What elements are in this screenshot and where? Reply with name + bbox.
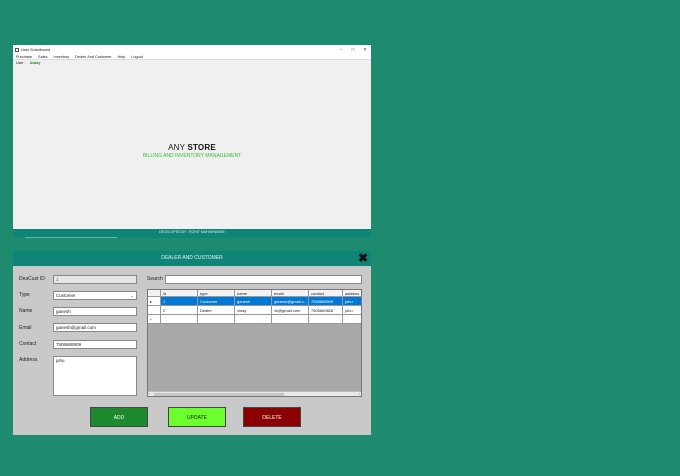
new-row[interactable]: * [148,315,361,324]
scroll-right-icon[interactable]: › [359,391,360,396]
records-grid[interactable]: id type name email contact address ▸ 1 C… [147,289,362,397]
dashboard-window: User Dashboard – □ ✕ Purchase Sales Inve… [13,45,371,238]
row-marker: * [148,315,161,324]
col-header-id[interactable]: id [161,290,198,297]
cell-type[interactable]: Dealer [198,306,235,315]
delete-button[interactable]: DELETE [243,407,301,427]
menu-purchase[interactable]: Purchase [13,55,35,59]
user-label: User : [16,61,26,65]
address-label: Address [19,357,38,363]
cell-contact[interactable]: 7505669826 [309,306,343,315]
footer-progress [25,236,117,238]
col-header-type[interactable]: type [198,290,235,297]
cell-name[interactable]: ganesh [235,297,272,306]
menu-inventory[interactable]: Inventory [51,55,73,59]
contact-field[interactable]: 7506668909 [53,340,137,349]
name-label: Name [19,308,33,314]
id-label: DeaCust ID [19,276,45,282]
cell-contact[interactable]: 7505668909 [309,297,343,306]
contact-label: Contact [19,341,37,347]
cell-name[interactable] [235,315,272,324]
menu-dealer-and-customer[interactable]: Dealer And Customer [72,55,114,59]
type-select[interactable]: Customer ⌄ [53,291,137,300]
menu-help[interactable]: Help [114,55,128,59]
user-bar: User : Udaay [13,60,371,66]
menu-logout[interactable]: Logout [128,55,146,59]
cell-contact[interactable] [309,315,343,324]
search-label: Search [147,276,163,282]
store-title: ANY STORE [13,143,371,152]
cell-email[interactable]: ganesh@gmail.c... [272,297,309,306]
cell-name[interactable]: vinay [235,306,272,315]
horizontal-scrollbar[interactable]: ‹ › [148,391,361,396]
col-header-contact[interactable]: contact [309,290,343,297]
row-header-corner [148,290,161,297]
window-title: User Dashboard [21,47,51,52]
footer: DEVELOPED BY : ROHIT MAHISHWARE [13,229,371,238]
dealer-customer-dialog: DEALER AND CUSTOMER ✖ DeaCust ID 1 Type … [13,251,371,435]
table-row[interactable]: 2 Dealer vinay vk@gmail.com 7505669826 j… [148,306,361,315]
cell-type[interactable]: Customer [198,297,235,306]
cell-id[interactable] [161,315,198,324]
chevron-down-icon: ⌄ [130,293,134,298]
address-field[interactable]: juhu [53,356,137,396]
col-header-address[interactable]: address [343,290,361,297]
app-icon [15,47,19,52]
id-field[interactable]: 1 [53,275,137,284]
cell-id[interactable]: 2 [161,306,198,315]
dialog-header: DEALER AND CUSTOMER ✖ [13,251,371,266]
name-field[interactable]: ganesh [53,307,137,316]
user-name: Udaay [29,61,41,65]
title-bar: User Dashboard – □ ✕ [13,45,371,54]
dialog-title: DEALER AND CUSTOMER [161,255,223,261]
footer-credit: DEVELOPED BY : ROHIT MAHISHWARE [159,230,225,234]
cell-address[interactable]: juhu [343,297,361,306]
add-button[interactable]: ADD [90,407,148,427]
type-label: Type [19,292,30,298]
col-header-name[interactable]: name [235,290,272,297]
row-marker: ▸ [148,297,161,306]
store-subtitle: BILLING AND INVENTORY MANAGEMENT [142,153,242,159]
cell-type[interactable] [198,315,235,324]
close-icon[interactable]: ✖ [358,252,368,265]
search-input[interactable] [165,275,362,284]
close-window-icon[interactable]: ✕ [359,45,371,54]
cell-id[interactable]: 1 [161,297,198,306]
update-button[interactable]: UPDATE [168,407,226,427]
maximize-icon[interactable]: □ [347,45,359,54]
cell-address[interactable] [343,315,361,324]
type-value: Customer [56,293,76,298]
email-field[interactable]: ganesh@gmail.com [53,323,137,332]
row-marker [148,306,161,315]
store-prefix: ANY [168,143,188,152]
cell-email[interactable] [272,315,309,324]
cell-email[interactable]: vk@gmail.com [272,306,309,315]
scroll-left-icon[interactable]: ‹ [149,391,150,396]
cell-address[interactable]: juhu [343,306,361,315]
table-row[interactable]: ▸ 1 Customer ganesh ganesh@gmail.c... 75… [148,297,361,306]
menu-sales[interactable]: Sales [35,55,51,59]
email-label: Email [19,325,32,331]
scrollbar-thumb[interactable] [154,393,284,396]
store-bold: STORE [187,143,216,152]
col-header-email[interactable]: email [272,290,309,297]
minimize-icon[interactable]: – [335,45,347,54]
